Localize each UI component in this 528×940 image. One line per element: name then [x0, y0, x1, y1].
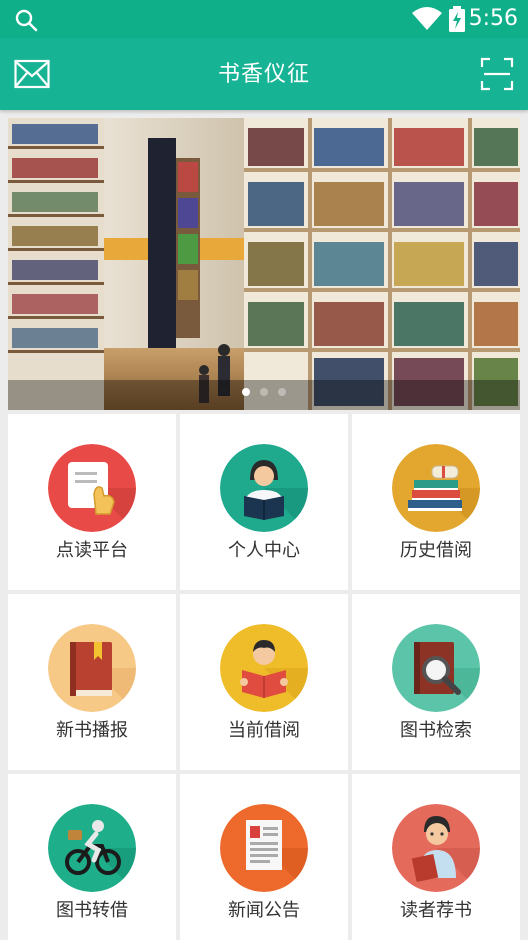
page-title: 书香仪征 [217, 62, 310, 87]
status-time: 5:56 [468, 6, 518, 31]
carousel-dot[interactable] [260, 388, 268, 396]
menu-label: 新闻公告 [228, 900, 300, 921]
battery-charging-icon [449, 6, 465, 32]
menu-item-book-transfer[interactable]: 图书转借 [8, 774, 176, 940]
red-book-icon [48, 624, 136, 712]
menu-label: 读者荐书 [400, 900, 472, 921]
menu-item-reading-platform[interactable]: 点读平台 [8, 414, 176, 590]
menu-item-personal-center[interactable]: 个人中心 [180, 414, 348, 590]
menu-label: 图书检索 [400, 720, 472, 741]
menu-item-news[interactable]: 新闻公告 [180, 774, 348, 940]
menu-item-borrow-history[interactable]: 历史借阅 [352, 414, 520, 590]
person-reading-icon [220, 444, 308, 532]
menu-label: 图书转借 [56, 900, 128, 921]
carousel-dot[interactable] [278, 388, 286, 396]
status-bar: 5:56 [0, 0, 528, 38]
menu-item-book-search[interactable]: 图书检索 [352, 594, 520, 770]
menu-label: 历史借阅 [400, 540, 472, 561]
carousel-indicator [8, 388, 520, 396]
reader-recommend-icon [392, 804, 480, 892]
book-search-icon [392, 624, 480, 712]
app-bar: 书香仪征 [0, 38, 528, 110]
menu-label: 点读平台 [56, 540, 128, 561]
menu-item-new-books[interactable]: 新书播报 [8, 594, 176, 770]
menu-label: 当前借阅 [228, 720, 300, 741]
cyclist-icon [48, 804, 136, 892]
carousel-dot[interactable] [242, 388, 250, 396]
search-icon[interactable] [14, 8, 38, 32]
news-document-icon [220, 804, 308, 892]
child-reading-icon [220, 624, 308, 712]
menu-item-current-borrow[interactable]: 当前借阅 [180, 594, 348, 770]
book-stack-icon [392, 444, 480, 532]
menu-label: 个人中心 [228, 540, 300, 561]
banner-carousel[interactable] [8, 118, 520, 410]
menu-item-reader-recommend[interactable]: 读者荐书 [352, 774, 520, 940]
library-bookshelf-photo [8, 118, 520, 410]
wifi-icon [412, 7, 442, 30]
menu-label: 新书播报 [56, 720, 128, 741]
feature-grid: 点读平台 个人中心 历史借阅 新书播报 当前借阅 图书检索 图书转借 新闻公告 … [8, 414, 520, 940]
scan-icon[interactable] [480, 57, 514, 91]
reading-hand-icon [48, 444, 136, 532]
